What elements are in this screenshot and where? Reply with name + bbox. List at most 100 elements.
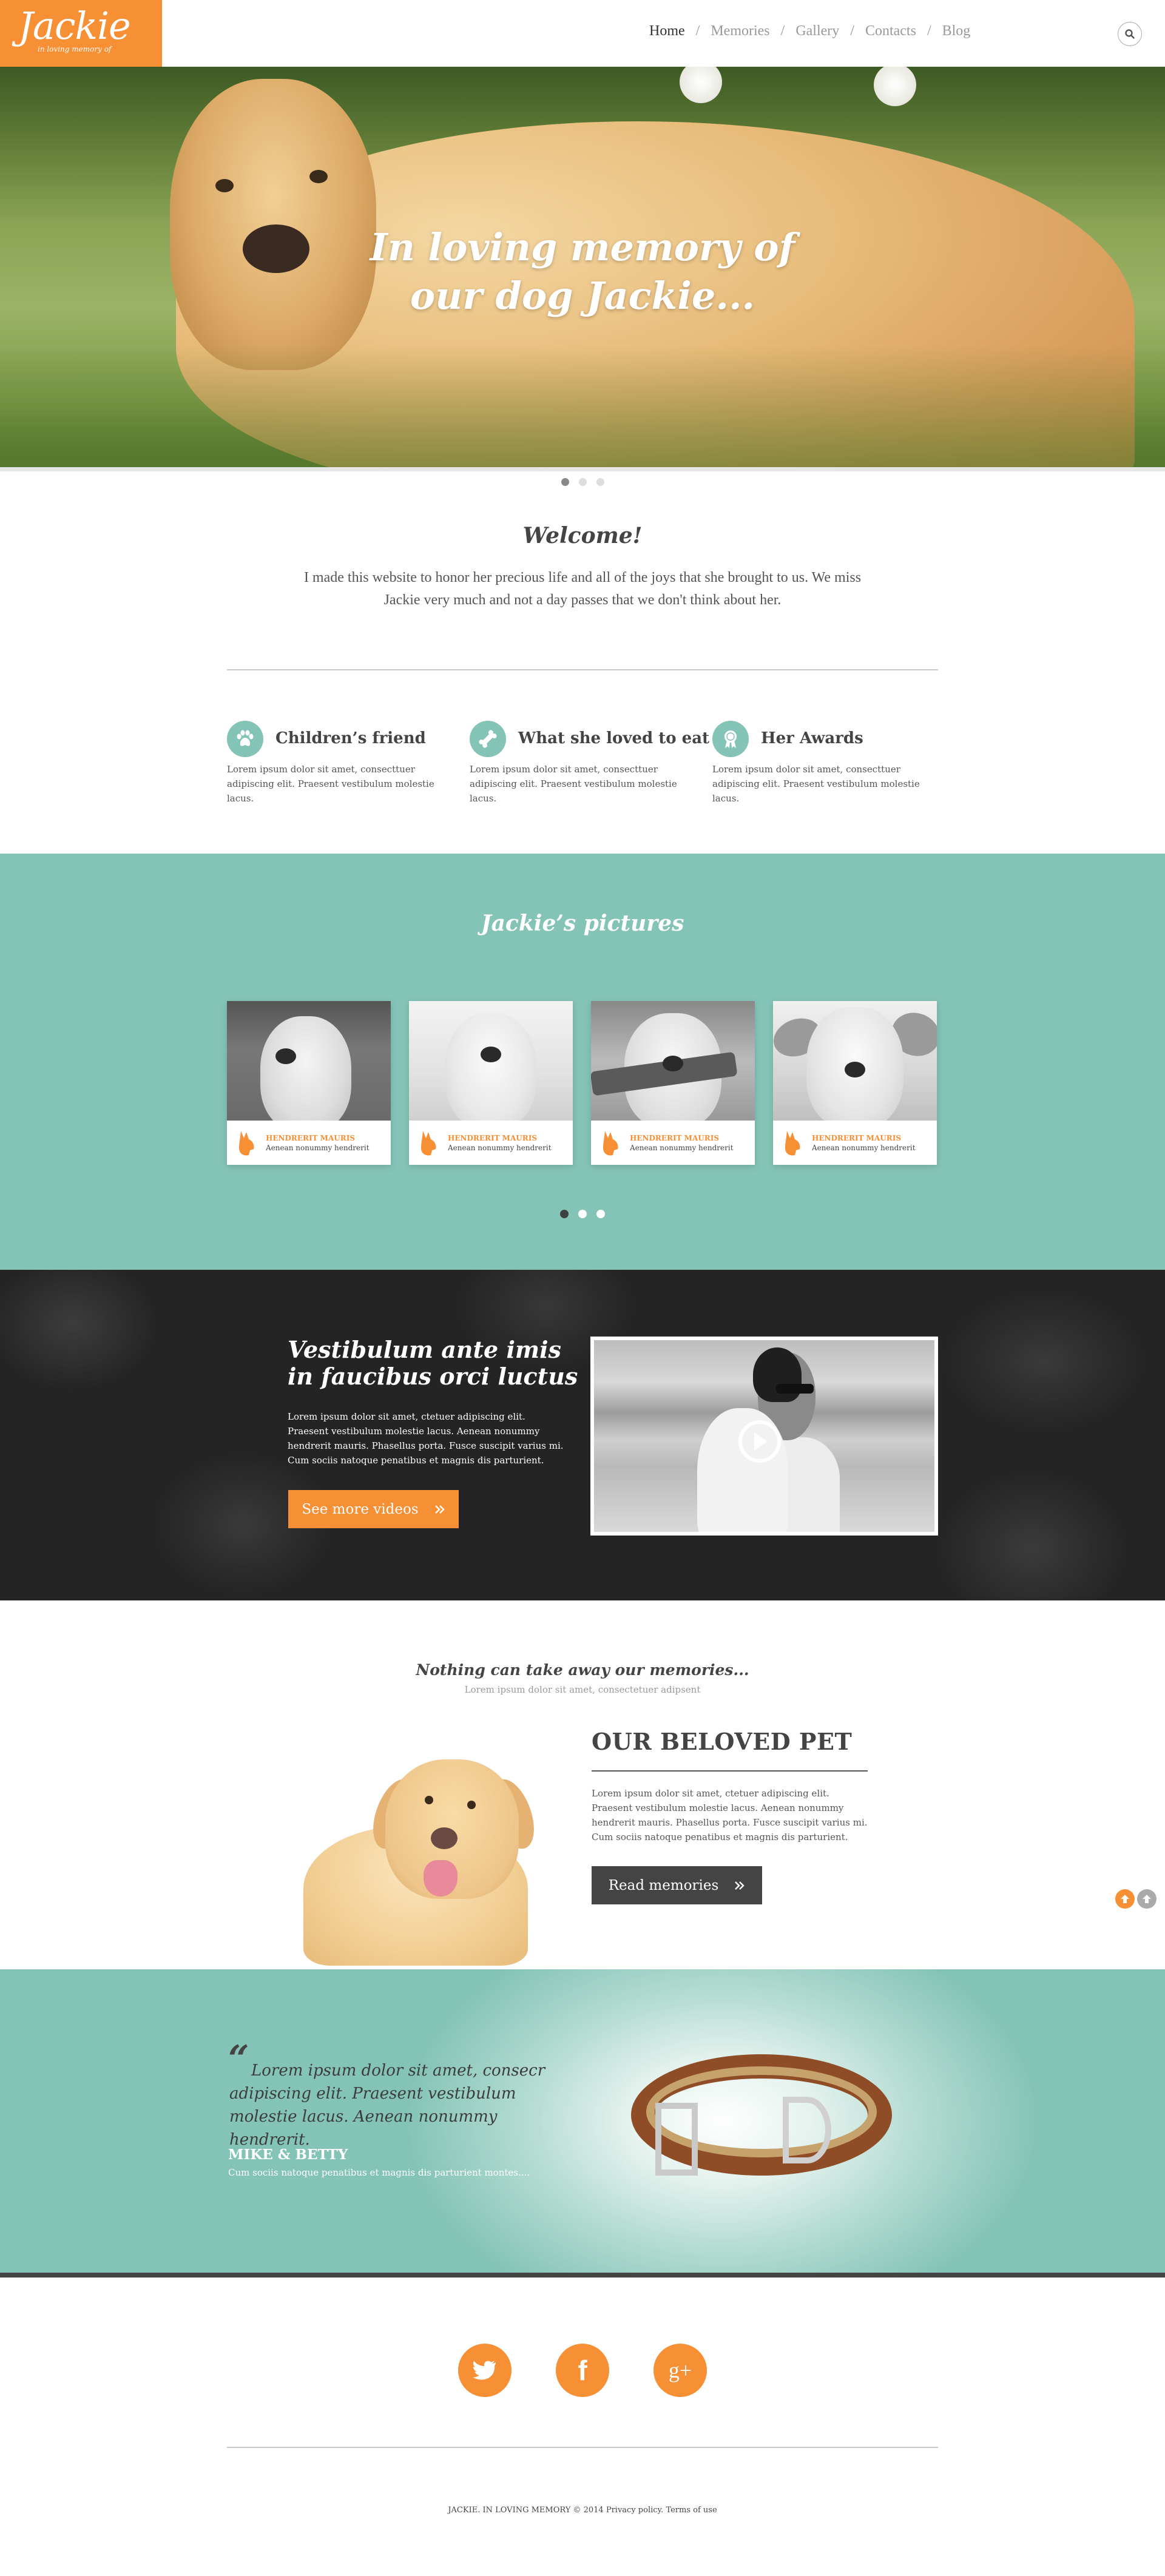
google-plus-icon: g+ bbox=[668, 2358, 692, 2382]
play-icon[interactable] bbox=[738, 1420, 781, 1463]
double-chevron-right-icon bbox=[735, 1881, 745, 1890]
slider-dot-2[interactable] bbox=[578, 478, 587, 486]
main-nav: Home / Memories / Gallery / Contacts / B… bbox=[649, 23, 970, 39]
site-header: Jackie in loving memory of Home / Memori… bbox=[0, 0, 1165, 67]
hero-slider-dots bbox=[0, 478, 1165, 486]
picture-photo bbox=[409, 1001, 573, 1121]
caption-title: HENDRERIT MAURIS bbox=[812, 1134, 901, 1142]
video-title: Vestibulum ante imis in faucibus orci lu… bbox=[288, 1336, 578, 1390]
feature-title: Her Awards bbox=[761, 729, 863, 747]
nav-blog[interactable]: Blog bbox=[942, 23, 971, 39]
google-plus-button[interactable]: g+ bbox=[653, 2344, 707, 2397]
nav-separator: / bbox=[850, 23, 854, 39]
dog-head-icon bbox=[785, 1131, 800, 1156]
pictures-title: Jackie’s pictures bbox=[481, 911, 684, 936]
feature-title: Children’s friend bbox=[275, 729, 426, 747]
testimonial-section: “ Lorem ipsum dolor sit amet, consecr ad… bbox=[0, 1969, 1165, 2273]
caption-title: HENDRERIT MAURIS bbox=[266, 1134, 355, 1142]
video-thumbnail bbox=[594, 1340, 934, 1532]
video-text: Lorem ipsum dolor sit amet, ctetuer adip… bbox=[288, 1411, 564, 1466]
arrow-up-icon bbox=[1121, 1895, 1129, 1903]
paw-icon bbox=[227, 721, 263, 757]
dog-eye bbox=[215, 179, 234, 192]
grass bbox=[0, 346, 1165, 467]
copyright-text: JACKIE. IN LOVING MEMORY © 2014 bbox=[448, 2506, 604, 2515]
slider-dot-2[interactable] bbox=[578, 1210, 587, 1218]
garden-lamp bbox=[874, 67, 916, 106]
logo-name: Jackie bbox=[18, 4, 131, 48]
dog-head-icon bbox=[239, 1131, 254, 1156]
testimonial-author: MIKE & BETTY bbox=[228, 2146, 348, 2163]
testimonial-author-subtitle: Cum sociis natoque penatibus et magnis d… bbox=[228, 2167, 530, 2178]
search-button[interactable] bbox=[1118, 22, 1142, 46]
nav-separator: / bbox=[695, 23, 700, 39]
twitter-button[interactable] bbox=[458, 2344, 512, 2397]
nav-memories[interactable]: Memories bbox=[711, 23, 769, 39]
slider-dot-1[interactable] bbox=[561, 478, 569, 486]
picture-photo bbox=[591, 1001, 755, 1121]
garden-lamp bbox=[680, 67, 722, 103]
feature-text: Lorem ipsum dolor sit amet, consecttuer … bbox=[227, 764, 434, 804]
nav-contacts[interactable]: Contacts bbox=[865, 23, 916, 39]
facebook-button[interactable]: f bbox=[556, 2344, 609, 2397]
caption-title: HENDRERIT MAURIS bbox=[448, 1134, 537, 1142]
picture-photo bbox=[227, 1001, 391, 1121]
hero-title: In loving memory of our dog Jackie... bbox=[0, 223, 1165, 320]
caption-subtitle: Aenean nonummy hendrerit bbox=[448, 1144, 552, 1152]
pictures-slider-dots bbox=[0, 1210, 1165, 1218]
collar-image bbox=[613, 2042, 904, 2188]
feature-text: Lorem ipsum dolor sit amet, consecttuer … bbox=[712, 764, 920, 804]
nav-separator: / bbox=[780, 23, 785, 39]
scroll-up-button[interactable] bbox=[1137, 1889, 1157, 1909]
picture-card[interactable]: HENDRERIT MAURIS Aenean nonummy hendreri… bbox=[773, 1001, 937, 1165]
privacy-policy-link[interactable]: Privacy policy. bbox=[606, 2506, 663, 2515]
nav-gallery[interactable]: Gallery bbox=[795, 23, 839, 39]
scroll-to-top-button[interactable] bbox=[1115, 1889, 1135, 1909]
pet-title: OUR BELOVED PET bbox=[592, 1728, 853, 1755]
search-icon bbox=[1125, 29, 1135, 39]
slider-dot-1[interactable] bbox=[560, 1210, 569, 1218]
logo-tagline: in loving memory of bbox=[38, 45, 112, 53]
nav-separator: / bbox=[927, 23, 931, 39]
caption-subtitle: Aenean nonummy hendrerit bbox=[266, 1144, 370, 1152]
logo[interactable]: Jackie in loving memory of bbox=[0, 0, 162, 67]
bone-icon bbox=[470, 721, 506, 757]
hero-title-line1: In loving memory of bbox=[370, 225, 795, 269]
read-memories-button[interactable]: Read memories bbox=[592, 1866, 762, 1904]
dog-head-icon bbox=[603, 1131, 618, 1156]
memories-title: Nothing can take away our memories... bbox=[416, 1661, 749, 1679]
nav-home[interactable]: Home bbox=[649, 23, 685, 39]
slider-dot-3[interactable] bbox=[596, 478, 604, 486]
hero-slider: In loving memory of our dog Jackie... bbox=[0, 67, 1165, 467]
feature-title: What she loved to eat bbox=[518, 729, 710, 747]
feature-text: Lorem ipsum dolor sit amet, consecttuer … bbox=[470, 764, 677, 804]
button-label: Read memories bbox=[608, 1877, 719, 1893]
caption-subtitle: Aenean nonummy hendrerit bbox=[630, 1144, 734, 1152]
welcome-text: I made this website to honor her preciou… bbox=[303, 570, 862, 608]
pictures-section: Jackie’s pictures HENDRERIT MAURIS Aenea… bbox=[0, 854, 1165, 1270]
facebook-icon: f bbox=[578, 2355, 587, 2386]
terms-of-use-link[interactable]: Terms of use bbox=[666, 2506, 717, 2515]
twitter-icon bbox=[473, 2361, 496, 2380]
welcome-title: Welcome! bbox=[522, 523, 643, 548]
button-label: See more videos bbox=[302, 1501, 419, 1517]
divider bbox=[227, 669, 938, 670]
dog-head-icon bbox=[421, 1131, 436, 1156]
picture-card[interactable]: HENDRERIT MAURIS Aenean nonummy hendreri… bbox=[227, 1001, 391, 1165]
footer-divider bbox=[227, 2447, 938, 2448]
picture-card[interactable]: HENDRERIT MAURIS Aenean nonummy hendreri… bbox=[409, 1001, 573, 1165]
pet-image bbox=[255, 1747, 546, 1969]
arrow-up-icon bbox=[1143, 1895, 1151, 1903]
see-more-videos-button[interactable]: See more videos bbox=[288, 1490, 459, 1528]
copyright: JACKIE. IN LOVING MEMORY © 2014 Privacy … bbox=[0, 2506, 1165, 2515]
hero-title-line2: our dog Jackie... bbox=[410, 274, 755, 318]
slider-dot-3[interactable] bbox=[596, 1210, 605, 1218]
video-player[interactable] bbox=[590, 1337, 938, 1536]
pet-text: Lorem ipsum dolor sit amet, ctetuer adip… bbox=[592, 1788, 868, 1843]
caption-subtitle: Aenean nonummy hendrerit bbox=[812, 1144, 916, 1152]
caption-title: HENDRERIT MAURIS bbox=[630, 1134, 719, 1142]
footer-top-bar bbox=[0, 2273, 1165, 2278]
testimonial-quote: Lorem ipsum dolor sit amet, consecr adip… bbox=[229, 2062, 545, 2149]
picture-card[interactable]: HENDRERIT MAURIS Aenean nonummy hendreri… bbox=[591, 1001, 755, 1165]
double-chevron-right-icon bbox=[434, 1505, 445, 1514]
